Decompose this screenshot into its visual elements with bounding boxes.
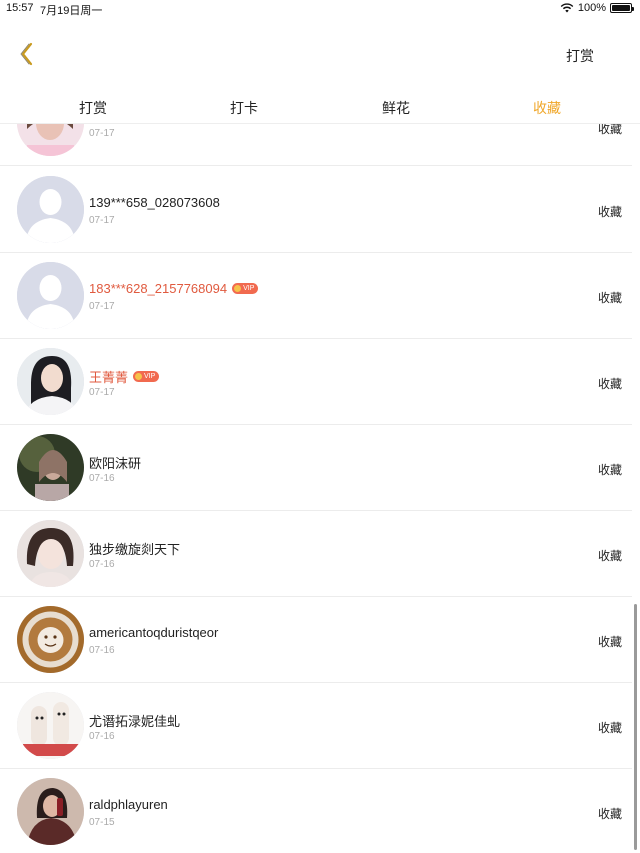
date: 07-17	[89, 215, 115, 226]
avatar	[17, 124, 84, 156]
avatar	[17, 348, 84, 415]
username: 欧阳沫研	[89, 456, 142, 471]
avatar	[17, 434, 84, 501]
username: 王菁菁 VIP	[89, 367, 160, 386]
tab-flowers[interactable]: 鲜花	[382, 98, 410, 118]
nav-bar: 打赏	[0, 18, 640, 88]
username: 139***658_028073608	[89, 195, 220, 210]
battery-percent: 100%	[577, 2, 606, 14]
username: 尤谮拓渌妮佳虬	[89, 714, 181, 729]
list-item[interactable]: americantoqduristqeor 07-16 收藏	[0, 597, 632, 683]
tab-checkin[interactable]: 打卡	[230, 98, 258, 118]
status-time: 15:57	[6, 2, 34, 14]
avatar	[17, 692, 84, 759]
vip-badge: VIP	[232, 283, 259, 294]
favorite-label[interactable]: 收藏	[598, 289, 622, 306]
avatar	[17, 778, 84, 845]
back-button[interactable]	[16, 40, 40, 68]
date: 07-17	[89, 128, 115, 139]
username: americantoqduristqeor	[89, 625, 219, 640]
reward-button[interactable]: 打赏	[566, 46, 594, 66]
list-item[interactable]: 07-17 收藏	[0, 124, 632, 166]
list-item[interactable]: 183***628_2157768094 VIP 07-17 收藏	[0, 253, 632, 339]
favorite-label[interactable]: 收藏	[598, 805, 622, 822]
favorite-label[interactable]: 收藏	[598, 719, 622, 736]
status-indicators: 100%	[560, 2, 634, 14]
date: 07-17	[89, 387, 115, 398]
date: 07-16	[89, 559, 115, 570]
favorite-label[interactable]: 收藏	[598, 547, 622, 564]
wifi-icon	[560, 3, 574, 13]
battery-icon	[610, 3, 634, 13]
username: 183***628_2157768094 VIP	[89, 281, 259, 296]
scrollbar[interactable]	[634, 604, 637, 850]
list-item[interactable]: 欧阳沫研 07-16 收藏	[0, 425, 632, 511]
avatar	[17, 176, 84, 243]
tab-bar: 打赏 打卡 鲜花 收藏	[0, 88, 640, 124]
list-item[interactable]: 王菁菁 VIP 07-17 收藏	[0, 339, 632, 425]
tab-reward[interactable]: 打赏	[79, 98, 107, 118]
date: 07-15	[89, 817, 115, 828]
date: 07-17	[89, 301, 115, 312]
username: 独步缴旋剡天下	[89, 542, 181, 557]
status-bar: 15:57 7月19日周一 100%	[0, 0, 640, 18]
favorite-label[interactable]: 收藏	[598, 461, 622, 478]
date: 07-16	[89, 731, 115, 742]
favorite-label[interactable]: 收藏	[598, 633, 622, 650]
crown-icon	[135, 373, 143, 380]
chevron-left-icon	[20, 42, 33, 66]
default-person-icon	[17, 176, 84, 243]
favorite-label[interactable]: 收藏	[598, 124, 622, 137]
avatar	[17, 262, 84, 329]
list-item[interactable]: 独步缴旋剡天下 07-16 收藏	[0, 511, 632, 597]
list-item[interactable]: 尤谮拓渌妮佳虬 07-16 收藏	[0, 683, 632, 769]
favorite-label[interactable]: 收藏	[598, 375, 622, 392]
date: 07-16	[89, 645, 115, 656]
list-item[interactable]: raldphlayuren 07-15 收藏	[0, 769, 632, 853]
status-date: 7月19日周一	[40, 5, 103, 17]
list-item[interactable]: 139***658_028073608 07-17 收藏	[0, 167, 632, 253]
avatar	[17, 520, 84, 587]
username: raldphlayuren	[89, 797, 168, 812]
avatar	[17, 606, 84, 673]
crown-icon	[234, 285, 242, 292]
favorites-list: 07-17 收藏 139***658_028073608 07-17 收藏 18…	[0, 124, 640, 853]
favorite-label[interactable]: 收藏	[598, 203, 622, 220]
date: 07-16	[89, 473, 115, 484]
vip-badge: VIP	[133, 371, 160, 382]
default-person-icon	[17, 262, 84, 329]
tab-favorites[interactable]: 收藏	[533, 98, 561, 118]
